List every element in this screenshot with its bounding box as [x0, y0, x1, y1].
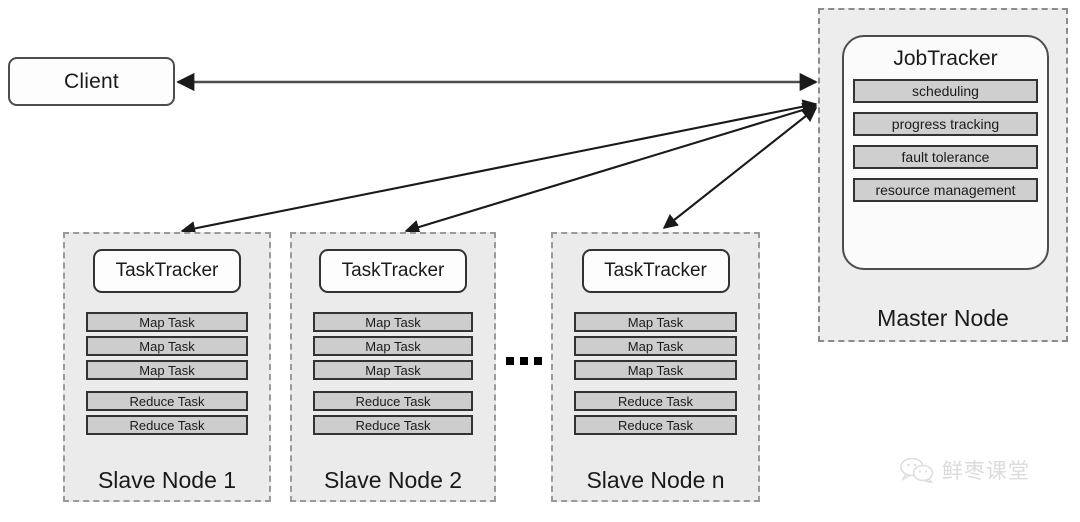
- map-task-label: Map Task: [365, 338, 421, 354]
- tasktracker-box[interactable]: TaskTracker: [581, 249, 730, 293]
- task-list: Map Task Map Task Map Task Reduce Task R…: [86, 312, 248, 439]
- jobtracker-function-scheduling[interactable]: scheduling: [853, 79, 1038, 103]
- slave-node-label: Slave Node 1: [97, 467, 237, 493]
- reduce-task-bar[interactable]: Reduce Task: [86, 415, 248, 435]
- ellipsis-dot: [534, 357, 542, 365]
- map-task-label: Map Task: [365, 314, 421, 330]
- tasktracker-box[interactable]: TaskTracker: [93, 249, 241, 293]
- task-list: Map Task Map Task Map Task Reduce Task R…: [313, 312, 473, 439]
- jobtracker-title: JobTracker: [893, 47, 998, 70]
- ellipsis-indicator: [506, 357, 542, 365]
- reduce-task-label: Reduce Task: [618, 417, 693, 433]
- slave-node-label: Slave Node 2: [323, 467, 463, 493]
- map-task-label: Map Task: [365, 362, 421, 378]
- jobtracker-function-label: scheduling: [912, 83, 979, 99]
- slave-node-2-container[interactable]: TaskTracker Map Task Map Task Map Task R…: [290, 232, 496, 502]
- ellipsis-dot: [506, 357, 514, 365]
- client-label: Client: [64, 69, 119, 93]
- map-task-label: Map Task: [139, 314, 195, 330]
- reduce-task-label: Reduce Task: [129, 417, 205, 433]
- reduce-task-label: Reduce Task: [355, 393, 431, 409]
- jobtracker-function-list: scheduling progress tracking fault toler…: [844, 79, 1047, 202]
- reduce-task-bar[interactable]: Reduce Task: [574, 415, 737, 435]
- reduce-task-bar[interactable]: Reduce Task: [86, 391, 248, 411]
- reduce-task-label: Reduce Task: [355, 417, 431, 433]
- tasktracker-title: TaskTracker: [115, 260, 219, 281]
- map-task-bar[interactable]: Map Task: [313, 360, 473, 380]
- jobtracker-function-resource-management[interactable]: resource management: [853, 178, 1038, 202]
- tasktracker-box[interactable]: TaskTracker: [319, 249, 467, 293]
- arrow-master-slave-2: [404, 102, 818, 235]
- task-list: Map Task Map Task Map Task Reduce Task R…: [574, 312, 737, 439]
- map-task-bar[interactable]: Map Task: [86, 360, 248, 380]
- tasktracker-title: TaskTracker: [341, 260, 445, 281]
- reduce-task-label: Reduce Task: [618, 393, 693, 409]
- master-node-label: Master Node: [877, 305, 1009, 331]
- map-task-bar[interactable]: Map Task: [313, 336, 473, 356]
- arrow-master-slave-3: [662, 107, 818, 229]
- jobtracker-function-fault-tolerance[interactable]: fault tolerance: [853, 145, 1038, 169]
- arrow-master-slave-1: [180, 99, 818, 236]
- map-task-label: Map Task: [139, 362, 195, 378]
- slave-node-label: Slave Node n: [586, 467, 725, 493]
- jobtracker-function-progress-tracking[interactable]: progress tracking: [853, 112, 1038, 136]
- map-task-bar[interactable]: Map Task: [86, 336, 248, 356]
- map-task-label: Map Task: [627, 314, 684, 330]
- slave-node-1-container[interactable]: TaskTracker Map Task Map Task Map Task R…: [63, 232, 271, 502]
- watermark: 鲜枣课堂: [900, 455, 1030, 485]
- jobtracker-function-label: fault tolerance: [901, 149, 990, 165]
- master-node-container[interactable]: JobTracker scheduling progress tracking …: [818, 8, 1068, 342]
- map-task-bar[interactable]: Map Task: [313, 312, 473, 332]
- reduce-task-bar[interactable]: Reduce Task: [574, 391, 737, 411]
- map-task-bar[interactable]: Map Task: [86, 312, 248, 332]
- jobtracker-function-label: progress tracking: [891, 116, 1000, 132]
- map-task-label: Map Task: [627, 338, 684, 354]
- tasktracker-title: TaskTracker: [604, 260, 707, 281]
- map-task-bar[interactable]: Map Task: [574, 360, 737, 380]
- ellipsis-dot: [520, 357, 528, 365]
- jobtracker-box[interactable]: JobTracker scheduling progress tracking …: [842, 35, 1049, 270]
- reduce-task-bar[interactable]: Reduce Task: [313, 415, 473, 435]
- client-box[interactable]: Client: [8, 57, 175, 106]
- map-task-label: Map Task: [139, 338, 195, 354]
- map-task-bar[interactable]: Map Task: [574, 312, 737, 332]
- reduce-task-label: Reduce Task: [129, 393, 205, 409]
- jobtracker-function-label: resource management: [875, 182, 1016, 198]
- map-task-bar[interactable]: Map Task: [574, 336, 737, 356]
- slave-node-n-container[interactable]: TaskTracker Map Task Map Task Map Task R…: [551, 232, 760, 502]
- wechat-icon: [900, 457, 934, 483]
- diagram-canvas: Client JobTracker scheduling progress tr…: [0, 0, 1080, 522]
- reduce-task-bar[interactable]: Reduce Task: [313, 391, 473, 411]
- map-task-label: Map Task: [627, 362, 684, 378]
- watermark-text: 鲜枣课堂: [942, 460, 1030, 483]
